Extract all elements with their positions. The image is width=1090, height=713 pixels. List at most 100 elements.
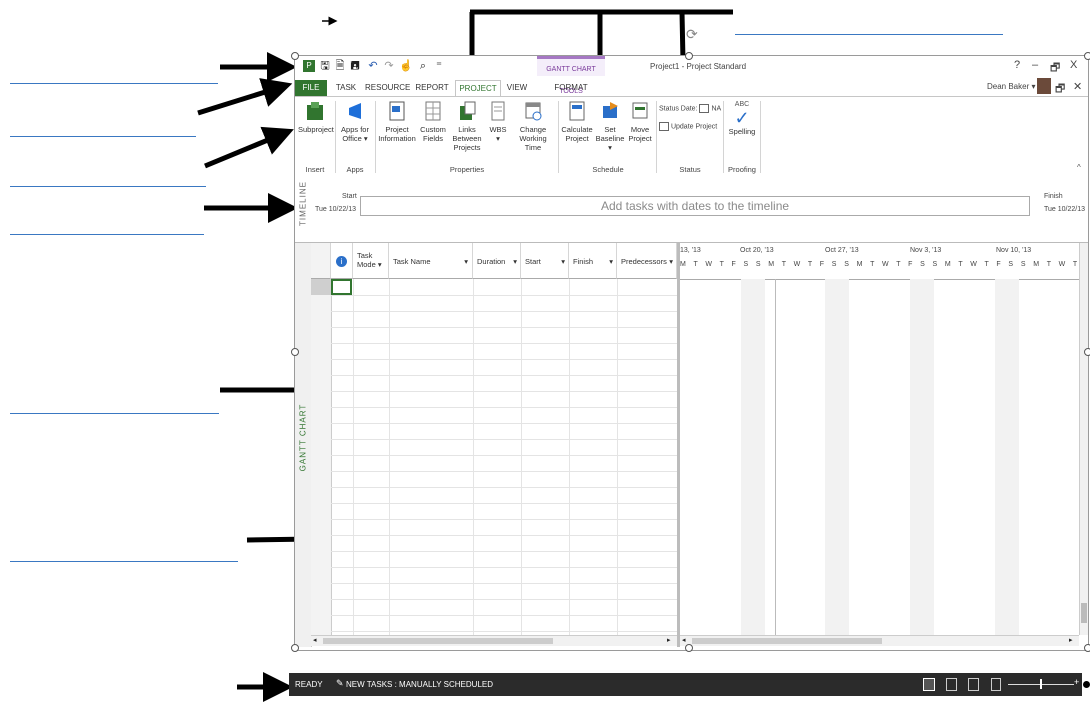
task-usage-icon[interactable] (946, 678, 957, 691)
resize-handle[interactable] (291, 644, 299, 652)
subproject-button[interactable]: Subproject (298, 100, 334, 134)
set-baseline-button[interactable]: Set Baseline ▾ (595, 100, 625, 152)
team-planner-icon[interactable] (968, 678, 979, 691)
new-tasks-mode[interactable]: NEW TASKS : MANUALLY SCHEDULED (346, 680, 493, 689)
tab-task[interactable]: TASK (333, 80, 359, 96)
timeline-placeholder[interactable]: Add tasks with dates to the timeline (360, 196, 1030, 216)
selected-cell[interactable] (331, 279, 352, 295)
resize-handle[interactable] (291, 52, 299, 60)
indicators-column-header[interactable]: i (331, 243, 353, 279)
duration-column-header[interactable]: Duration ▾ (473, 243, 521, 279)
chevron-down-icon: ▾ (464, 257, 468, 266)
status-date-field[interactable]: Status Date: NA (659, 104, 721, 113)
print-preview-icon[interactable]: 🗎 (334, 60, 346, 72)
scroll-right-icon[interactable]: ▸ (667, 636, 671, 644)
predecessors-column-header[interactable]: Predecessors ▾ (617, 243, 677, 279)
restore-button[interactable]: 🗗 (1050, 59, 1060, 78)
table-row-line (331, 439, 677, 440)
scroll-thumb[interactable] (1081, 603, 1087, 623)
scroll-thumb[interactable] (692, 638, 882, 644)
finish-column-header[interactable]: Finish ▾ (569, 243, 617, 279)
gantt-horizontal-scrollbar[interactable]: ◂ ▸ (680, 635, 1079, 646)
tab-view[interactable]: VIEW (505, 80, 529, 96)
title-bar: P 🖫 🗎 🖪 ↶ ↷ ☝ ⌕ ⁼ GANTT CHART TOOLS Proj… (295, 56, 1088, 95)
chevron-down-icon: ▾ (669, 257, 673, 266)
project-information-button[interactable]: Project Information (377, 100, 417, 143)
table-row-line (331, 519, 677, 520)
spelling-button[interactable]: ABC ✓ Spelling (727, 100, 757, 136)
save-as-icon[interactable]: 🖪 (349, 60, 361, 72)
resize-handle[interactable] (1084, 52, 1090, 60)
zoom-slider[interactable] (1008, 679, 1074, 689)
collapse-ribbon-icon[interactable]: ^ (1077, 163, 1081, 172)
avatar[interactable] (1037, 78, 1051, 94)
custom-fields-icon (425, 101, 441, 121)
close-document-button[interactable]: ✕ (1073, 80, 1082, 93)
timeline-pane: TIMELINE Start Tue 10/22/13 Add tasks wi… (295, 177, 1088, 237)
tab-file[interactable]: FILE (295, 80, 327, 96)
update-project-button[interactable]: Update Project (659, 122, 717, 131)
tab-report[interactable]: REPORT (413, 80, 451, 96)
scroll-right-icon[interactable]: ▸ (1069, 636, 1073, 644)
timescale-week-2: Oct 20, '13 (740, 247, 774, 254)
change-working-time-button[interactable]: Change Working Time (511, 100, 555, 152)
minimize-button[interactable]: – (1032, 59, 1038, 71)
redo-icon[interactable]: ↷ (383, 60, 395, 72)
resize-handle[interactable] (1084, 644, 1090, 652)
report-view-icon[interactable] (991, 678, 1001, 691)
tab-resource[interactable]: RESOURCE (365, 80, 410, 96)
pane-splitter[interactable] (677, 243, 680, 647)
scroll-left-icon[interactable]: ◂ (682, 636, 686, 644)
vertical-scrollbar[interactable] (1079, 243, 1088, 635)
scroll-thumb[interactable] (323, 638, 553, 644)
calendar-icon (525, 102, 542, 121)
group-insert: Insert (305, 165, 325, 174)
resize-handle[interactable] (685, 644, 693, 652)
close-button[interactable]: X (1070, 59, 1077, 71)
resize-handle[interactable] (1084, 348, 1090, 356)
custom-fields-button[interactable]: Custom Fields (418, 100, 448, 143)
table-row-line (331, 599, 677, 600)
customize-qat-icon[interactable]: ⁼ (433, 60, 445, 72)
zoom-in-icon[interactable]: + (1074, 677, 1079, 687)
move-project-label: Move Project (628, 125, 652, 143)
task-mode-column-header[interactable]: Task Mode ▾ (353, 243, 389, 279)
select-all-corner[interactable] (311, 243, 331, 279)
zoom-icon[interactable]: ⌕ (417, 60, 429, 72)
table-row-line (331, 551, 677, 552)
zoom-slider-thumb[interactable] (1040, 679, 1042, 689)
touch-mode-icon[interactable]: ☝ (399, 60, 413, 72)
task-name-column-header[interactable]: Task Name ▾ (389, 243, 473, 279)
table-column-line (389, 279, 390, 635)
selected-row-header (311, 279, 331, 295)
tab-project[interactable]: PROJECT (455, 80, 501, 97)
start-column-header[interactable]: Start ▾ (521, 243, 569, 279)
status-date-label: Status Date: (659, 105, 698, 113)
rotate-handle-icon[interactable]: ⟳ (686, 26, 698, 43)
gantt-view-icon[interactable] (923, 678, 935, 691)
subproject-icon (307, 102, 323, 120)
timescale-week-3: Oct 27, '13 (825, 247, 859, 254)
help-button[interactable]: ? (1014, 59, 1020, 71)
ribbon: Subproject Apps for Office ▾ Project Inf… (295, 96, 1088, 178)
apps-for-office-button[interactable]: Apps for Office ▾ (338, 100, 372, 143)
weekend-shade (741, 279, 765, 635)
calculate-project-icon (569, 101, 585, 121)
user-name[interactable]: Dean Baker ▾ (987, 82, 1035, 91)
tab-format[interactable]: FORMAT (550, 80, 592, 96)
group-schedule: Schedule (592, 165, 624, 174)
wbs-icon (491, 101, 505, 121)
calculate-project-button[interactable]: Calculate Project (560, 100, 594, 143)
scroll-left-icon[interactable]: ◂ (313, 636, 317, 644)
links-between-projects-button[interactable]: Links Between Projects (449, 100, 485, 152)
table-horizontal-scrollbar[interactable]: ◂ ▸ (311, 635, 677, 646)
project-app-icon: P (303, 60, 315, 72)
separator (760, 101, 761, 173)
resize-handle[interactable] (685, 52, 693, 60)
move-project-button[interactable]: Move Project (626, 100, 654, 143)
save-icon[interactable]: 🖫 (319, 60, 331, 72)
undo-icon[interactable]: ↶ (367, 60, 379, 72)
separator (656, 101, 657, 173)
wbs-button[interactable]: WBS ▾ (487, 100, 509, 143)
resize-handle[interactable] (291, 348, 299, 356)
